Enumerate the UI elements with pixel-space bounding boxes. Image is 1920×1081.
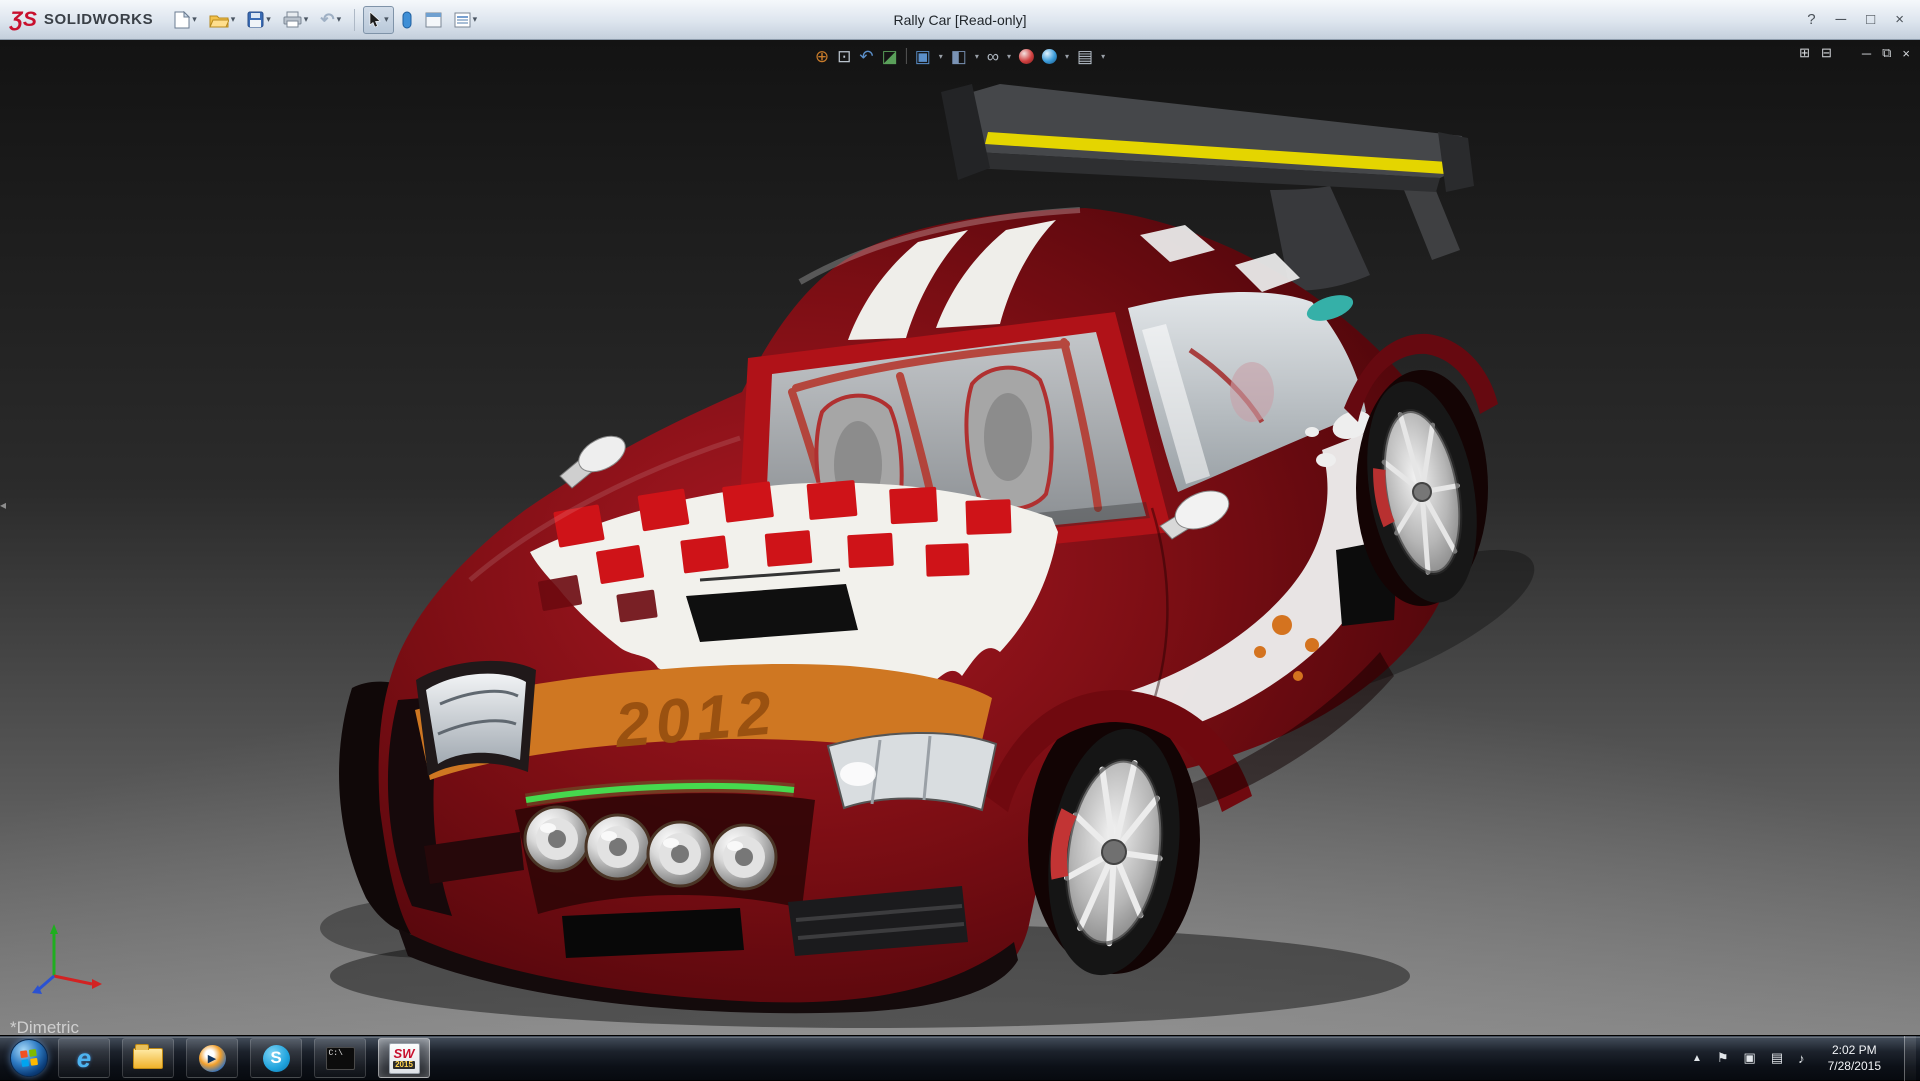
taskbar-skype[interactable]: S [250, 1038, 302, 1078]
command-prompt-icon: C:\ [326, 1047, 355, 1070]
system-tray: ▲ ⚑ ▣ ▤ ♪ 2:02 PM 7/28/2015 [1692, 1036, 1920, 1081]
media-player-icon: ▶ [199, 1045, 226, 1072]
toolbar-separator [354, 9, 355, 31]
help-button[interactable]: ? [1807, 11, 1815, 28]
doc-close-icon[interactable]: × [1902, 46, 1910, 61]
new-document-dropdown[interactable]: ▾ [192, 14, 197, 25]
open-button[interactable]: ▾ [204, 6, 241, 34]
show-desktop-button[interactable] [1904, 1036, 1916, 1081]
doc-cascade-icon[interactable]: ⊟ [1821, 45, 1832, 61]
apply-scene-dropdown[interactable]: ▾ [1065, 52, 1069, 61]
display-style-icon[interactable]: ◧ [951, 48, 967, 65]
hud-separator [906, 48, 907, 64]
document-window-controls: ⊞ ⊟ ─ ⧉ × [1799, 45, 1910, 61]
graphics-area[interactable]: 2012 [0, 40, 1920, 1035]
display-tray-icon[interactable]: ▣ [1744, 1050, 1756, 1066]
section-view-icon[interactable]: ◪ [882, 48, 898, 65]
hide-show-items-dropdown[interactable]: ▾ [1007, 52, 1011, 61]
action-center-icon[interactable]: ⚑ [1717, 1050, 1729, 1066]
xpress-capsule-icon [401, 11, 413, 29]
minimize-button[interactable]: ─ [1836, 11, 1847, 28]
app-titlebar: ƷS SOLIDWORKS ▾ ▾ ▾ ▾ ↶ ▾ ▾ [0, 0, 1920, 40]
windows-flag-icon [20, 1049, 38, 1067]
options-dropdown[interactable]: ▾ [473, 14, 478, 25]
heads-up-view-toolbar: ⊕ ⊡ ↶ ◪ ▣ ▾ ◧ ▾ ∞ ▾ ▾ ▤ ▾ [815, 43, 1105, 69]
taskbar-solidworks[interactable]: SW 2015 [378, 1038, 430, 1078]
solidworks-logo-icon: ƷS [10, 9, 37, 30]
new-document-button[interactable]: ▾ [169, 6, 202, 34]
zoom-to-area-icon[interactable]: ⊡ [837, 48, 851, 65]
undo-icon: ↶ [320, 11, 334, 28]
close-button[interactable]: × [1895, 11, 1904, 28]
undo-dropdown[interactable]: ▾ [337, 14, 342, 25]
save-button[interactable]: ▾ [242, 6, 276, 34]
taskbar: e ▶ S C:\ SW 2015 ▲ ⚑ ▣ ▤ ♪ 2:02 PM 7/28… [0, 1035, 1920, 1080]
maximize-button[interactable]: □ [1866, 11, 1875, 28]
doc-minimize-icon[interactable]: ─ [1862, 46, 1871, 61]
open-folder-icon [209, 12, 229, 28]
display-style-dropdown[interactable]: ▾ [975, 52, 979, 61]
volume-tray-icon[interactable]: ♪ [1798, 1051, 1805, 1066]
view-settings-icon[interactable]: ▤ [1077, 48, 1093, 65]
view-settings-dropdown[interactable]: ▾ [1101, 52, 1105, 61]
zoom-to-fit-icon[interactable]: ⊕ [815, 48, 829, 65]
open-dropdown[interactable]: ▾ [231, 14, 236, 25]
edit-appearance-icon[interactable] [1019, 49, 1034, 64]
start-button[interactable] [10, 1039, 48, 1077]
skype-icon: S [263, 1045, 290, 1072]
window-controls: ? ─ □ × [1807, 11, 1920, 28]
solidworks-logo: ƷS SOLIDWORKS [0, 9, 169, 30]
new-document-icon [174, 11, 190, 29]
clock-date: 7/28/2015 [1828, 1058, 1881, 1074]
save-floppy-icon [247, 11, 264, 28]
folder-icon [133, 1048, 163, 1069]
network-tray-icon[interactable]: ▤ [1771, 1050, 1783, 1066]
undo-button[interactable]: ↶ ▾ [315, 6, 346, 34]
license-plate [562, 908, 744, 958]
solidworks-brand-name: SOLIDWORKS [44, 11, 153, 28]
headlight-right [828, 733, 996, 810]
show-hidden-icons-button[interactable]: ▲ [1692, 1053, 1702, 1064]
seat-right [966, 368, 1051, 510]
view-orientation-dropdown[interactable]: ▾ [939, 52, 943, 61]
solidworks-app-icon: SW 2015 [389, 1043, 420, 1074]
save-dropdown[interactable]: ▾ [266, 14, 271, 25]
viewport-scene[interactable]: 2012 [0, 40, 1920, 1035]
doc-restore-icon[interactable]: ⧉ [1882, 45, 1891, 61]
solidworks-version-badge: 2015 [393, 1061, 415, 1069]
print-dropdown[interactable]: ▾ [304, 14, 309, 25]
main-toolbar: ▾ ▾ ▾ ▾ ↶ ▾ ▾ ▾ [169, 0, 482, 40]
doc-tile-icon[interactable]: ⊞ [1799, 45, 1810, 61]
taskbar-internet-explorer[interactable]: e [58, 1038, 110, 1078]
panel-collapse-arrow[interactable]: ◂ [0, 498, 6, 512]
taskbar-media-player[interactable]: ▶ [186, 1038, 238, 1078]
hide-show-items-icon[interactable]: ∞ [987, 48, 999, 65]
select-cursor-icon [368, 11, 382, 28]
select-tool-button[interactable]: ▾ [363, 6, 394, 34]
taskbar-clock[interactable]: 2:02 PM 7/28/2015 [1828, 1042, 1881, 1074]
previous-view-icon[interactable]: ↶ [859, 48, 873, 65]
options-list-icon [454, 12, 471, 28]
apply-scene-icon[interactable] [1042, 49, 1057, 64]
internet-explorer-icon: e [77, 1043, 91, 1074]
printer-icon [283, 11, 302, 28]
print-button[interactable]: ▾ [278, 6, 314, 34]
view-orientation-icon[interactable]: ▣ [915, 48, 931, 65]
file-properties-icon [425, 12, 442, 28]
clock-time: 2:02 PM [1828, 1042, 1881, 1058]
xpress-tools-button[interactable] [396, 6, 418, 34]
taskbar-apps: e ▶ S C:\ SW 2015 [58, 1038, 430, 1078]
taskbar-command-prompt[interactable]: C:\ [314, 1038, 366, 1078]
taskbar-windows-explorer[interactable] [122, 1038, 174, 1078]
options-button[interactable]: ▾ [449, 6, 483, 34]
year-decal: 2012 [612, 678, 780, 761]
select-tool-dropdown[interactable]: ▾ [384, 14, 389, 25]
file-properties-button[interactable] [420, 6, 447, 34]
headlight-left [416, 661, 536, 776]
